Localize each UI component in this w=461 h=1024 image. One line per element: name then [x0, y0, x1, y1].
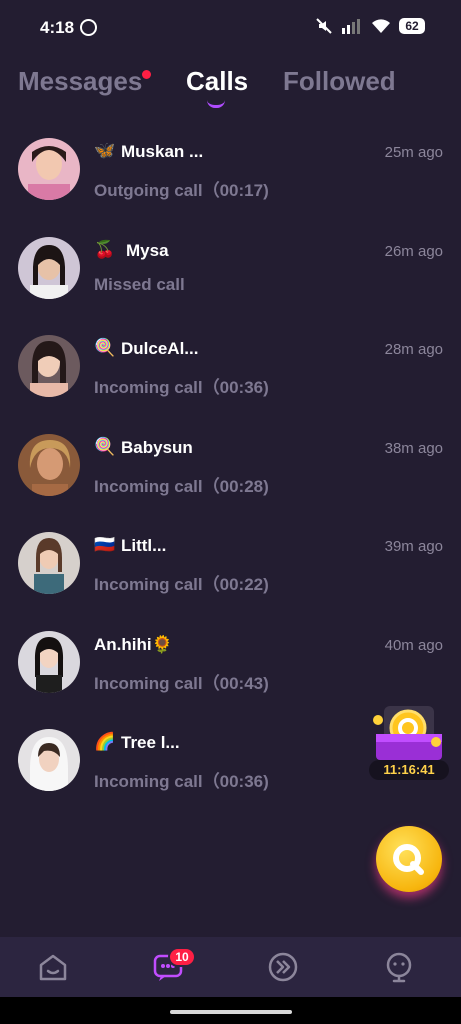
status-time: 4:18 — [40, 18, 75, 37]
call-status: Missed call — [94, 274, 185, 294]
call-emoji: 🌈 — [94, 732, 116, 751]
tab-followed[interactable]: Followed — [283, 66, 396, 97]
gesture-bar[interactable] — [170, 1010, 292, 1014]
call-emoji: 🦋 — [94, 141, 116, 160]
avatar[interactable] — [18, 532, 80, 594]
avatar[interactable] — [18, 630, 80, 693]
avatar[interactable] — [18, 335, 80, 397]
call-time: 40m ago — [384, 636, 443, 654]
tab-messages[interactable]: Messages — [18, 66, 142, 97]
call-status: Incoming call（00:28) — [94, 476, 269, 496]
call-emoji: 🍭 — [94, 436, 116, 456]
status-bar: 4:18 62 — [0, 0, 461, 56]
caller-name: An.hihi🌻 — [94, 634, 173, 654]
home-icon[interactable] — [37, 951, 69, 983]
call-time: 39m ago — [384, 538, 443, 555]
coin-icon — [393, 844, 424, 875]
caller-name: Tree l... — [121, 733, 180, 752]
caller-name: DulceAl... — [121, 339, 199, 358]
avatar[interactable] — [18, 433, 80, 496]
call-row[interactable]: 🍭 DulceAl... 28m ago Incoming call（00:36… — [0, 329, 461, 428]
profile-icon[interactable] — [383, 951, 415, 983]
call-row[interactable]: 🍭 Babysun 38m ago Incoming call（00:28) — [0, 428, 461, 527]
call-time: 28m ago — [384, 341, 443, 358]
reward-countdown: 11:16:41 — [369, 760, 449, 780]
unread-dot — [142, 70, 151, 79]
call-status: Incoming call（00:43) — [94, 673, 269, 693]
active-tab-indicator — [207, 100, 225, 108]
call-time: 26m ago — [384, 242, 443, 260]
avatar[interactable] — [18, 236, 80, 299]
mute-icon — [316, 18, 332, 34]
wifi-icon — [372, 19, 390, 33]
coin-button[interactable] — [376, 826, 442, 892]
call-status: Outgoing call（00:17) — [94, 181, 269, 200]
caller-name: Muskan ... — [121, 142, 204, 161]
discover-icon[interactable] — [267, 951, 299, 983]
tab-bar: Messages Calls Followed — [0, 60, 461, 120]
call-time: 38m ago — [384, 439, 443, 457]
call-time: 25m ago — [384, 144, 443, 161]
call-emoji: 🍒 — [94, 239, 116, 259]
call-emoji: 🍭 — [94, 338, 116, 357]
battery-indicator: 62 — [399, 18, 425, 34]
call-emoji: 🇷🇺 — [94, 535, 116, 554]
call-status: Incoming call（00:22) — [94, 575, 269, 594]
whatsapp-notification-icon — [80, 19, 97, 36]
call-row[interactable]: 🍒 Mysa 26m ago Missed call — [0, 231, 461, 330]
caller-name: Littl... — [121, 536, 167, 555]
call-status: Incoming call（00:36) — [94, 378, 269, 397]
call-row[interactable]: 🦋 Muskan ... 25m ago Outgoing call（00:17… — [0, 132, 461, 231]
status-icons: 62 — [315, 17, 425, 35]
caller-name: Babysun — [121, 437, 193, 457]
avatar[interactable] — [18, 138, 80, 200]
avatar[interactable] — [18, 729, 80, 791]
signal-icon — [342, 19, 360, 34]
caller-name: Mysa — [126, 240, 169, 260]
tab-calls[interactable]: Calls — [186, 66, 248, 97]
messages-badge: 10 — [168, 947, 196, 967]
bottom-nav — [0, 937, 461, 997]
call-row[interactable]: 🇷🇺 Littl... 39m ago Incoming call（00:22) — [0, 526, 461, 625]
call-status: Incoming call（00:36) — [94, 772, 269, 791]
